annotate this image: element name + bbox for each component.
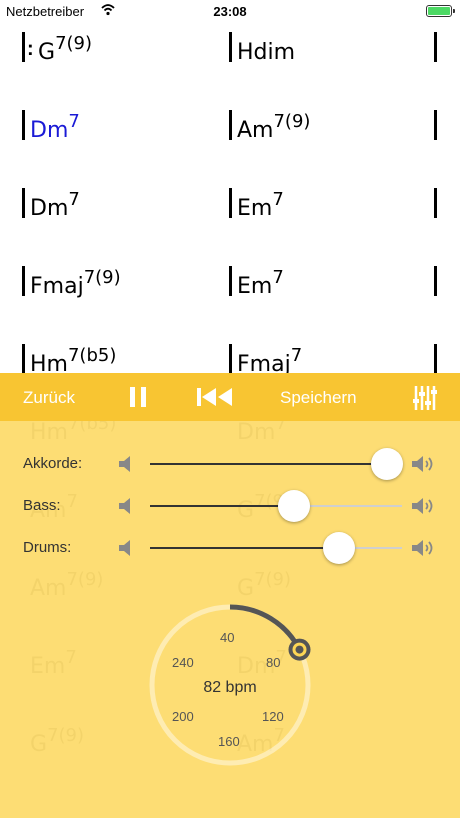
clock: 23:08 xyxy=(213,4,247,19)
tempo-arc xyxy=(229,604,302,651)
chord-symbol[interactable]: Em7 xyxy=(237,191,284,221)
bar-line xyxy=(229,344,232,374)
chord-root: Em xyxy=(237,274,273,299)
volume-mute-icon[interactable] xyxy=(117,537,139,559)
volume-max-icon[interactable] xyxy=(410,453,438,475)
chord-extension: 7 xyxy=(68,189,80,210)
save-button[interactable]: Speichern xyxy=(280,388,357,408)
chords-volume-thumb[interactable] xyxy=(370,448,403,480)
mixer-row-chords: Akkorde: xyxy=(0,448,460,480)
chord-symbol[interactable]: Am7(9) xyxy=(237,113,310,143)
tick-120: 120 xyxy=(262,709,284,724)
bar-line xyxy=(229,188,232,218)
chord-root: Fmaj xyxy=(30,274,84,299)
drums-volume-label: Drums: xyxy=(23,539,72,556)
tick-80: 80 xyxy=(266,655,281,670)
chord-extension: 7(b5) xyxy=(67,345,117,366)
chord-root: Dm xyxy=(30,196,69,221)
playback-toolbar: Zurück Speichern xyxy=(0,373,460,421)
chords-volume-slider[interactable] xyxy=(150,463,402,465)
chords-volume-label: Akkorde: xyxy=(23,455,83,472)
tick-160: 160 xyxy=(218,734,240,749)
volume-max-icon[interactable] xyxy=(410,495,438,517)
repeat-sign: : xyxy=(27,38,34,60)
tick-200: 200 xyxy=(172,709,194,724)
bar-line xyxy=(22,32,25,62)
bass-volume-thumb[interactable] xyxy=(277,490,310,522)
chord-root: Am xyxy=(237,118,274,143)
mixer-sliders-icon[interactable] xyxy=(412,385,438,411)
bass-volume-slider[interactable] xyxy=(150,505,402,507)
chord-extension: 7(9) xyxy=(55,33,93,54)
chord-extension: 7 xyxy=(272,189,284,210)
chord-root: Em xyxy=(237,196,273,221)
chord-symbol[interactable]: Fmaj7(9) xyxy=(30,269,121,299)
battery-icon xyxy=(426,5,455,17)
bpm-readout: 82 bpm xyxy=(203,679,257,696)
volume-mute-icon[interactable] xyxy=(117,453,139,475)
bar-line xyxy=(229,266,232,296)
chord-extension: 7(9) xyxy=(273,111,311,132)
chord-extension: 7(9) xyxy=(83,267,121,288)
tempo-knob xyxy=(288,638,311,661)
bar-line xyxy=(22,266,25,296)
chord-extension: 7 xyxy=(290,345,303,366)
bar-line xyxy=(229,110,232,140)
volume-mute-icon[interactable] xyxy=(117,495,139,517)
bar-line xyxy=(434,344,437,374)
bar-line xyxy=(434,188,437,218)
chord-symbol[interactable]: Em7 xyxy=(237,269,284,299)
chord-symbol[interactable]: Dm7 xyxy=(30,113,80,143)
playback-panel: Zurück Speichern Akkorde: Bass: Drums: 4… xyxy=(0,373,460,818)
bass-volume-label: Bass: xyxy=(23,497,61,514)
drums-volume-slider[interactable] xyxy=(150,547,402,549)
status-bar: Netzbetreiber 23:08 xyxy=(0,0,460,22)
chord-symbol[interactable]: Dm7 xyxy=(30,191,80,221)
back-button[interactable]: Zurück xyxy=(23,388,75,408)
drums-volume-thumb[interactable] xyxy=(323,532,355,564)
bar-line xyxy=(434,32,437,62)
bar-line xyxy=(22,188,25,218)
mixer-row-bass: Bass: xyxy=(0,490,460,522)
tick-240: 240 xyxy=(172,655,194,670)
bar-line xyxy=(434,266,437,296)
chord-extension: 7 xyxy=(68,111,80,132)
skip-to-start-icon[interactable] xyxy=(196,385,234,409)
pause-icon[interactable] xyxy=(128,385,148,409)
chord-extension: 7 xyxy=(272,267,284,288)
bar-line xyxy=(22,344,25,374)
chord-root: G xyxy=(38,40,56,65)
chord-root: Dm xyxy=(30,118,69,143)
tick-40: 40 xyxy=(220,630,235,645)
mixer-row-drums: Drums: xyxy=(0,532,460,564)
chord-symbol[interactable]: Hdim xyxy=(237,42,295,64)
bar-line xyxy=(22,110,25,140)
tempo-dial[interactable]: 40 80 120 160 200 240 82 bpm xyxy=(148,603,312,767)
chord-symbol[interactable]: G7(9) xyxy=(38,35,92,65)
bar-line xyxy=(229,32,232,62)
bar-line xyxy=(434,110,437,140)
chord-root: Hdim xyxy=(237,40,296,65)
volume-max-icon[interactable] xyxy=(410,537,438,559)
